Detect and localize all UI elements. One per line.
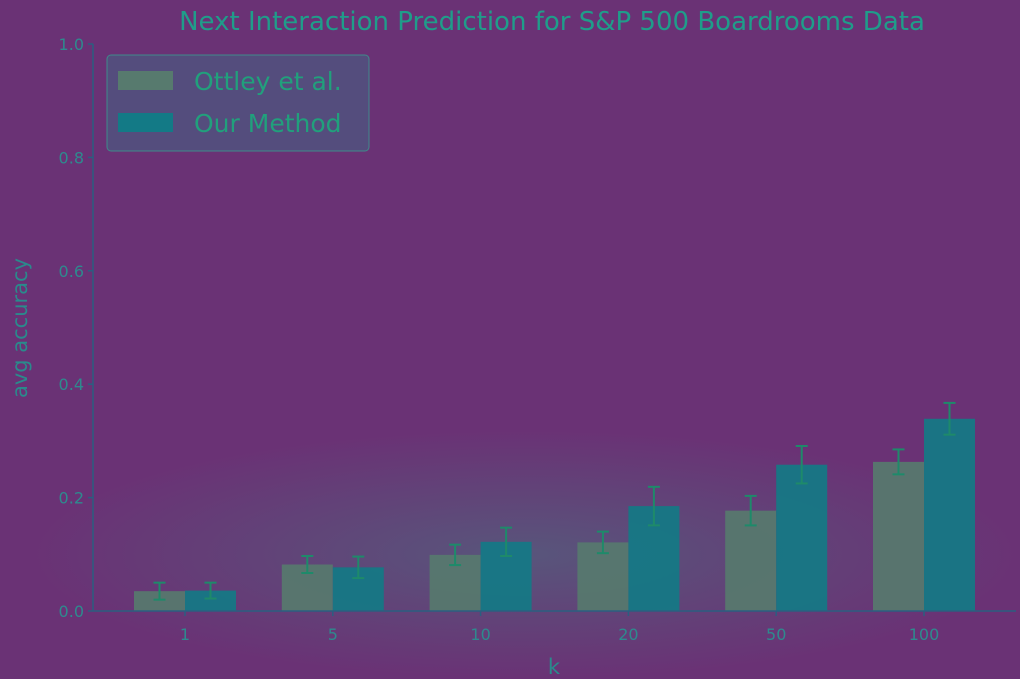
x-axis-label: k — [548, 655, 561, 679]
chart-title: Next Interaction Prediction for S&P 500 … — [179, 7, 925, 37]
legend: Ottley et al. Our Method — [106, 54, 370, 152]
bar-chart: 0.0 0.2 0.4 0.6 0.8 1.0 1 5 10 20 50 100 Next Inte… — [0, 0, 1020, 679]
x-tick-label-20: 20 — [618, 625, 638, 644]
bar-our-method-k100 — [924, 418, 975, 611]
x-tick-label-10: 10 — [470, 625, 490, 644]
y-tick-label-0.4: 0.4 — [59, 375, 84, 394]
y-tick-label-0.6: 0.6 — [59, 262, 84, 281]
bar-ottley-et-al-k100 — [873, 461, 924, 611]
legend-swatch-our-method — [118, 113, 173, 132]
x-tick-label-5: 5 — [328, 625, 338, 644]
legend-label-our-method: Our Method — [194, 109, 342, 138]
y-tick-label-0.0: 0.0 — [59, 602, 84, 621]
y-axis-label: avg accuracy — [8, 258, 32, 398]
x-tick-label-50: 50 — [766, 625, 786, 644]
chart-container: 0.0 0.2 0.4 0.6 0.8 1.0 1 5 10 20 50 100 Next Inte… — [0, 0, 1020, 679]
legend-swatch-ottley — [118, 71, 173, 90]
y-tick-label-1.0: 1.0 — [59, 35, 84, 54]
y-tick-label-0.2: 0.2 — [59, 489, 84, 508]
x-tick-label-1: 1 — [180, 625, 190, 644]
legend-label-ottley: Ottley et al. — [194, 67, 342, 96]
y-tick-label-0.8: 0.8 — [59, 148, 84, 167]
x-tick-label-100: 100 — [909, 625, 940, 644]
bar-our-method-k50 — [776, 464, 828, 611]
